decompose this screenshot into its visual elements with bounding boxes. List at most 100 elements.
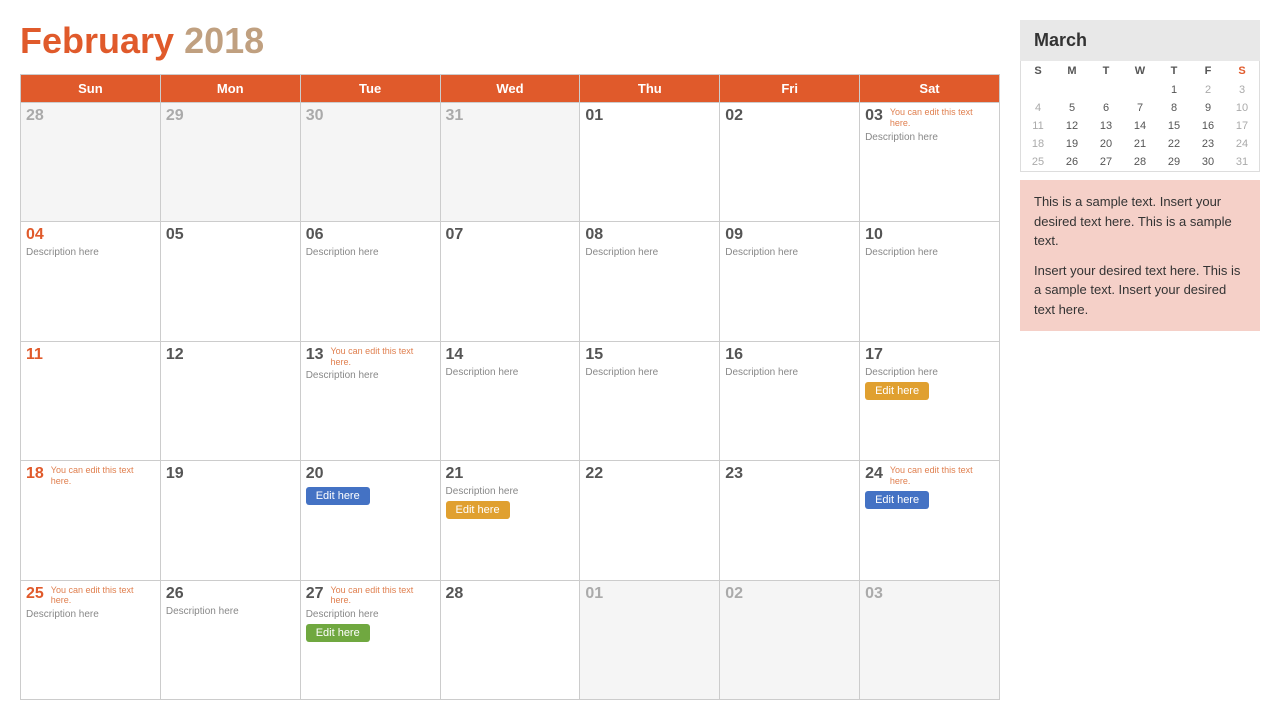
- calendar-cell: 17Description hereEdit here: [860, 341, 1000, 460]
- edit-button[interactable]: Edit here: [865, 382, 929, 400]
- edit-note: You can edit this text here.: [51, 465, 155, 487]
- mini-cal-cell: 23: [1191, 135, 1225, 153]
- day-number: 14: [446, 346, 464, 364]
- calendar-cell: 22: [580, 461, 720, 580]
- mini-cal-cell: 25: [1021, 153, 1055, 171]
- day-number: 16: [725, 346, 743, 364]
- year: 2018: [184, 20, 264, 61]
- mini-cal-cell: 12: [1055, 117, 1089, 135]
- description-text: Description here: [306, 370, 435, 381]
- calendar-cell: 29: [160, 103, 300, 222]
- day-number: 18: [26, 465, 44, 483]
- description-text: Description here: [166, 606, 295, 617]
- calendar-cell: 10 Description here: [860, 222, 1000, 341]
- sidebar-text-2: Insert your desired text here. This is a…: [1034, 261, 1246, 320]
- description-text: Description here: [306, 609, 435, 620]
- calendar-cell: 25 You can edit this text here. Descriptio…: [21, 580, 161, 699]
- calendar-cell: 23: [720, 461, 860, 580]
- mini-cal-header: S: [1225, 61, 1259, 81]
- day-number: 19: [166, 465, 184, 483]
- mini-cal-header: S: [1021, 61, 1055, 81]
- mini-cal-cell: 20: [1089, 135, 1123, 153]
- mini-cal-cell: 3: [1225, 81, 1259, 99]
- mini-cal-cell: [1089, 81, 1123, 99]
- calendar-cell: 03You can edit this text here.Descriptio…: [860, 103, 1000, 222]
- day-number: 25: [26, 585, 44, 603]
- month-name: February: [20, 20, 174, 61]
- day-number: 13: [306, 346, 324, 364]
- day-number: 01: [585, 107, 603, 125]
- calendar-cell: 02: [720, 580, 860, 699]
- day-number: 28: [446, 585, 464, 603]
- mini-cal-cell: 30: [1191, 153, 1225, 171]
- day-number: 08: [585, 226, 603, 244]
- mini-cal-cell: 15: [1157, 117, 1191, 135]
- mini-cal-cell: 31: [1225, 153, 1259, 171]
- day-number: 04: [26, 226, 44, 244]
- day-number: 03: [865, 107, 883, 125]
- mini-cal-cell: 22: [1157, 135, 1191, 153]
- day-number: 26: [166, 585, 184, 603]
- calendar-table: SunMonTueWedThuFriSat 28293031010203You …: [20, 74, 1000, 700]
- mini-cal-cell: [1055, 81, 1089, 99]
- mini-cal-header: T: [1157, 61, 1191, 81]
- sidebar-title: March: [1020, 20, 1260, 61]
- calendar-cell: 09Description here: [720, 222, 860, 341]
- edit-button[interactable]: Edit here: [306, 624, 370, 642]
- day-number: 02: [725, 107, 743, 125]
- day-number: 27: [306, 585, 324, 603]
- day-number: 29: [166, 107, 184, 125]
- calendar-cell: 20 Edit here: [300, 461, 440, 580]
- calendar-cell: 28: [21, 103, 161, 222]
- mini-cal-cell: [1021, 81, 1055, 99]
- mini-cal-cell: 28: [1123, 153, 1157, 171]
- edit-note: You can edit this text here.: [890, 107, 994, 129]
- day-number: 17: [865, 346, 883, 364]
- day-number: 12: [166, 346, 184, 364]
- edit-button[interactable]: Edit here: [306, 487, 370, 505]
- mini-cal-cell: 10: [1225, 99, 1259, 117]
- description-text: Description here: [865, 247, 994, 258]
- day-number: 11: [26, 346, 43, 364]
- day-number: 30: [306, 107, 324, 125]
- description-text: Description here: [446, 486, 575, 497]
- weekday-header-sun: Sun: [21, 75, 161, 103]
- edit-button[interactable]: Edit here: [446, 501, 510, 519]
- weekday-header-sat: Sat: [860, 75, 1000, 103]
- main-section: February 2018 SunMonTueWedThuFriSat 2829…: [20, 20, 1000, 700]
- weekday-header-thu: Thu: [580, 75, 720, 103]
- calendar-cell: 16Description here: [720, 341, 860, 460]
- calendar-cell: 31: [440, 103, 580, 222]
- description-text: Description here: [26, 609, 155, 620]
- edit-note: You can edit this text here.: [330, 585, 434, 607]
- description-text: Description here: [725, 247, 854, 258]
- calendar-cell: 01: [580, 103, 720, 222]
- mini-cal-cell: 21: [1123, 135, 1157, 153]
- day-number: 20: [306, 465, 324, 483]
- mini-cal-cell: 7: [1123, 99, 1157, 117]
- mini-cal-cell: 2: [1191, 81, 1225, 99]
- day-number: 31: [446, 107, 464, 125]
- calendar-cell: 19: [160, 461, 300, 580]
- mini-cal-cell: 18: [1021, 135, 1055, 153]
- day-number: 28: [26, 107, 44, 125]
- weekday-header-tue: Tue: [300, 75, 440, 103]
- calendar-cell: 13You can edit this text here.Descriptio…: [300, 341, 440, 460]
- sidebar: March SMTWTFS123456789101112131415161718…: [1020, 20, 1260, 700]
- weekday-header-mon: Mon: [160, 75, 300, 103]
- day-number: 05: [166, 226, 184, 244]
- mini-cal-header: F: [1191, 61, 1225, 81]
- mini-cal-cell: 24: [1225, 135, 1259, 153]
- edit-note: You can edit this text here.: [51, 585, 155, 607]
- mini-cal-header: M: [1055, 61, 1089, 81]
- calendar-cell: 24You can edit this text here.Edit here: [860, 461, 1000, 580]
- edit-button[interactable]: Edit here: [865, 491, 929, 509]
- calendar-cell: 12: [160, 341, 300, 460]
- mini-cal-cell: 19: [1055, 135, 1089, 153]
- mini-cal-cell: 11: [1021, 117, 1055, 135]
- calendar-cell: 04Description here: [21, 222, 161, 341]
- mini-cal-cell: 8: [1157, 99, 1191, 117]
- calendar-cell: 28: [440, 580, 580, 699]
- mini-cal-cell: 13: [1089, 117, 1123, 135]
- day-number: 10: [865, 226, 883, 244]
